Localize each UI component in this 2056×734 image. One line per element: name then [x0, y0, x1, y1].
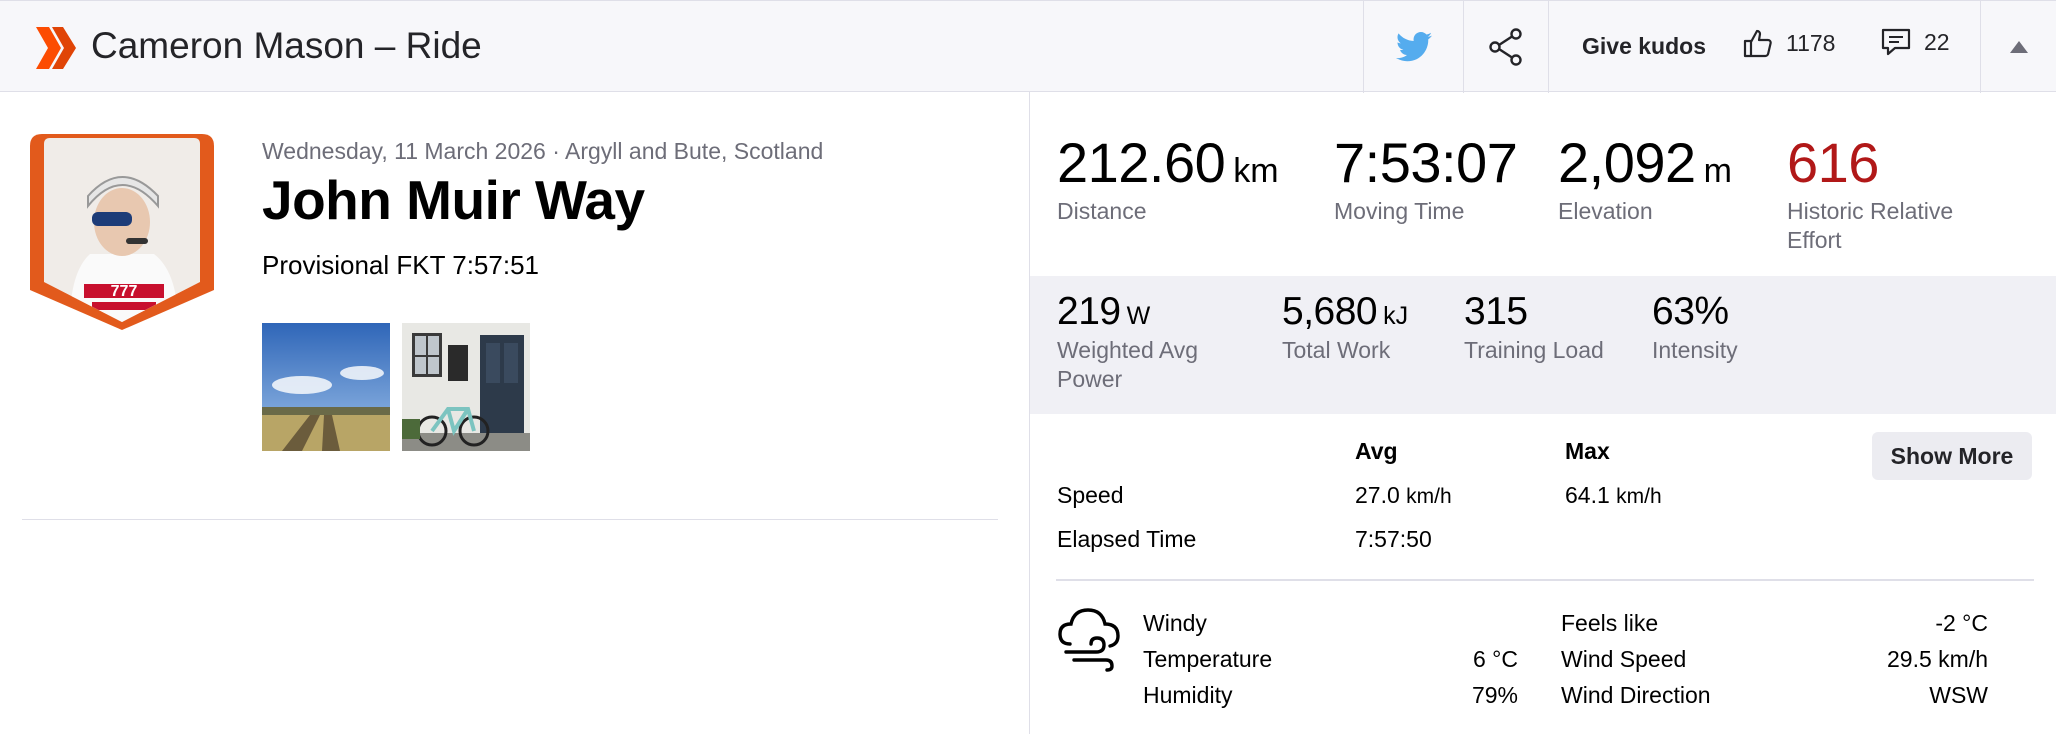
comments-count-value: 22 [1924, 28, 1950, 55]
kudos-count[interactable]: 1178 [1742, 27, 1835, 59]
stat-unit: km [1233, 152, 1279, 190]
speed-avg: 27.0 km/h [1355, 482, 1452, 509]
speed-max-unit: km/h [1616, 485, 1662, 508]
stat-label: Moving Time [1334, 198, 1465, 224]
svg-text:777: 777 [111, 283, 138, 300]
header-divider [1548, 1, 1549, 93]
stat-label: Training Load [1464, 337, 1604, 363]
share-icon [1489, 28, 1522, 66]
speed-avg-unit: km/h [1406, 485, 1452, 508]
stat-label: Intensity [1652, 337, 1738, 363]
activity-photo[interactable] [402, 323, 530, 451]
stat-value: 315 [1464, 290, 1528, 333]
wind-speed-label: Wind Speed [1561, 646, 1687, 672]
stat-label: Total Work [1282, 337, 1391, 363]
caret-up-icon [2009, 41, 2028, 53]
speed-max: 64.1 km/h [1565, 482, 1662, 509]
humidity-label: Humidity [1143, 682, 1233, 708]
windy-weather-icon [1058, 608, 1120, 672]
twitter-share-button[interactable] [1364, 1, 1464, 93]
athlete-avatar[interactable]: 777 [30, 134, 214, 330]
stat-elevation: 2,092 m Elevation [1558, 130, 1732, 226]
section-divider [1056, 579, 2034, 581]
stat-unit: kJ [1383, 302, 1409, 330]
activity-date-location: Wednesday, 11 March 2026 · Argyll and Bu… [262, 138, 824, 164]
weather-condition: Windy [1143, 610, 1207, 636]
humidity-value: 79% [1471, 682, 1518, 708]
elapsed-time-value: 7:57:50 [1355, 526, 1432, 552]
activity-title[interactable]: John Muir Way [262, 168, 645, 232]
comments-count[interactable]: 22 [1880, 27, 1950, 57]
speed-avg-value: 27.0 [1355, 482, 1400, 508]
wind-direction-value: WSW [1929, 682, 1988, 708]
stat-moving-time: 7:53:07 Moving Time [1334, 130, 1518, 226]
stat-value: 616 [1787, 131, 1879, 194]
stat-label: Distance [1057, 198, 1147, 224]
activity-header: Cameron Mason – Ride Give kudos 1178 22 [0, 0, 2056, 93]
feels-like-label: Feels like [1561, 610, 1659, 636]
stat-value: 7:53:07 [1334, 131, 1518, 194]
stat-total-work: 5,680 kJ Total Work [1282, 290, 1408, 365]
stat-value: 2,092 [1558, 131, 1696, 194]
stat-value: 219 [1057, 290, 1121, 333]
comment-icon [1881, 28, 1911, 56]
row-label-elapsed-time: Elapsed Time [1057, 526, 1197, 552]
wind-speed-value: 29.5 km/h [1887, 646, 1988, 672]
stat-unit: m [1703, 152, 1732, 190]
feels-like-value: -2 °C [1935, 610, 1988, 636]
column-header-max: Max [1565, 438, 1610, 464]
activity-description: Provisional FKT 7:57:51 [262, 250, 539, 280]
stat-label: Weighted Avg [1057, 337, 1199, 363]
share-button[interactable] [1464, 1, 1548, 93]
thumbs-up-icon [1743, 29, 1772, 58]
stat-label: Elevation [1558, 198, 1653, 224]
stat-relative-effort[interactable]: 616 Historic Relative Effort [1787, 130, 1953, 255]
stat-training-load: 315 Training Load [1464, 290, 1604, 365]
temperature-label: Temperature [1143, 646, 1273, 672]
stat-intensity: 63% Intensity [1652, 290, 1738, 365]
page-title: Cameron Mason – Ride [91, 25, 482, 66]
stat-value: 212.60 [1057, 131, 1226, 194]
stat-unit: W [1126, 302, 1151, 330]
speed-max-value: 64.1 [1565, 482, 1610, 508]
strava-chevron-icon [36, 27, 76, 69]
collapse-button[interactable] [1981, 1, 2056, 93]
temperature-value: 6 °C [1473, 646, 1518, 672]
wind-direction-label: Wind Direction [1561, 682, 1711, 708]
stat-label: Power [1057, 366, 1123, 392]
stat-value: 63% [1652, 290, 1729, 333]
kudos-count-value: 1178 [1786, 29, 1836, 56]
column-header-avg: Avg [1355, 438, 1398, 464]
stat-distance: 212.60 km Distance [1057, 130, 1279, 226]
stat-value: 5,680 [1282, 290, 1378, 333]
give-kudos-button[interactable]: Give kudos [1582, 33, 1706, 60]
activity-photo[interactable] [262, 323, 390, 451]
show-more-button[interactable]: Show More [1872, 432, 2032, 480]
stat-weighted-power: 219 W Weighted Avg Power [1057, 290, 1198, 394]
stat-label: Effort [1787, 227, 1842, 253]
section-divider [22, 519, 998, 520]
row-label-speed: Speed [1057, 482, 1124, 508]
stat-label: Historic Relative [1787, 198, 1954, 224]
twitter-icon [1396, 32, 1432, 62]
